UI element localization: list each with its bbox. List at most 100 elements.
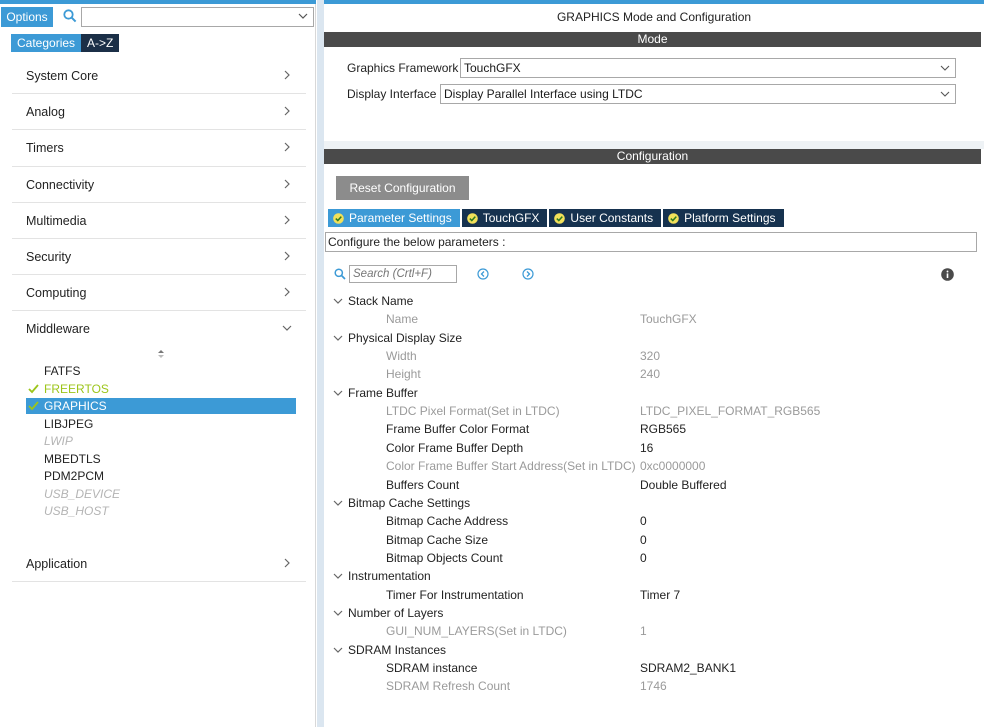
next-arrow-icon[interactable] bbox=[522, 268, 534, 280]
param-name: Name bbox=[386, 312, 419, 327]
middleware-item-libjpeg[interactable]: LIBJPEG bbox=[26, 416, 296, 432]
info-icon[interactable] bbox=[941, 268, 954, 281]
check-circle-icon bbox=[554, 212, 566, 224]
param-value: Timer 7 bbox=[640, 587, 681, 602]
param-name: Color Frame Buffer Depth bbox=[386, 440, 524, 455]
chevron-down-icon bbox=[333, 335, 343, 341]
chevron-down-icon bbox=[940, 91, 950, 97]
param-row[interactable]: Buffers Count Double Buffered bbox=[324, 476, 984, 494]
parameter-search-input[interactable] bbox=[349, 265, 457, 283]
param-group-frame-buffer[interactable]: Frame Buffer bbox=[324, 384, 984, 402]
middleware-item-fatfs[interactable]: FATFS bbox=[26, 363, 296, 379]
middleware-item-usb-host[interactable]: USB_HOST bbox=[26, 503, 296, 519]
param-value: 240 bbox=[640, 367, 661, 382]
chevron-down-icon[interactable] bbox=[297, 10, 309, 22]
category-label: Computing bbox=[26, 286, 87, 301]
middleware-item-label: USB_HOST bbox=[44, 504, 109, 518]
chevron-down-icon bbox=[282, 325, 292, 332]
category-connectivity[interactable]: Connectivity bbox=[0, 167, 316, 203]
param-value: 0xc0000000 bbox=[640, 459, 706, 474]
check-circle-icon bbox=[668, 212, 679, 224]
param-row[interactable]: Timer For Instrumentation Timer 7 bbox=[324, 586, 984, 604]
display-interface-select[interactable]: Display Parallel Interface using LTDC bbox=[440, 84, 956, 104]
category-search-input[interactable] bbox=[81, 7, 314, 27]
param-row: Name TouchGFX bbox=[324, 310, 984, 328]
category-label: Middleware bbox=[26, 322, 90, 337]
graphics-framework-label: Graphics Framework bbox=[347, 61, 459, 75]
param-name: Frame Buffer Color Format bbox=[386, 422, 530, 437]
chevron-down-icon bbox=[940, 65, 950, 71]
category-middleware[interactable]: Middleware bbox=[0, 311, 316, 347]
middleware-item-pdm2pcm[interactable]: PDM2PCM bbox=[26, 468, 296, 484]
options-search-row: Options bbox=[0, 6, 316, 28]
param-value: 0 bbox=[640, 550, 647, 565]
tab-platform-settings[interactable]: Platform Settings bbox=[663, 209, 784, 227]
chevron-down-icon bbox=[333, 647, 343, 653]
right-panel: GRAPHICS Mode and Configuration Mode Gra… bbox=[324, 0, 984, 727]
param-row[interactable]: Frame Buffer Color Format RGB565 bbox=[324, 420, 984, 438]
chevron-down-icon bbox=[333, 390, 343, 396]
category-label: Multimedia bbox=[26, 213, 87, 228]
category-analog[interactable]: Analog bbox=[0, 94, 316, 131]
middleware-item-freertos[interactable]: FREERTOS bbox=[26, 381, 296, 397]
search-icon[interactable] bbox=[63, 9, 77, 23]
category-label: System Core bbox=[26, 69, 99, 83]
param-row[interactable]: Bitmap Cache Address 0 bbox=[324, 512, 984, 530]
check-icon bbox=[28, 401, 39, 411]
param-name: Buffers Count bbox=[386, 477, 460, 492]
param-value: RGB565 bbox=[640, 422, 687, 437]
category-timers[interactable]: Timers bbox=[0, 130, 316, 167]
options-button[interactable]: Options bbox=[1, 7, 53, 27]
page-title: GRAPHICS Mode and Configuration bbox=[556, 10, 752, 24]
param-group-bitmap-cache-settings[interactable]: Bitmap Cache Settings bbox=[324, 494, 984, 512]
param-name: Color Frame Buffer Start Address(Set in … bbox=[386, 459, 636, 474]
tab-user-constants[interactable]: User Constants bbox=[549, 209, 662, 227]
tab-touchgfx[interactable]: TouchGFX bbox=[461, 209, 548, 227]
param-value: Double Buffered bbox=[640, 477, 727, 492]
param-name: Timer For Instrumentation bbox=[386, 587, 524, 602]
chevron-down-icon bbox=[333, 610, 343, 616]
panel-splitter[interactable] bbox=[317, 0, 324, 727]
param-group-instrumentation[interactable]: Instrumentation bbox=[324, 567, 984, 585]
select-value: Display Parallel Interface using LTDC bbox=[444, 87, 643, 101]
reset-configuration-button[interactable]: Reset Configuration bbox=[336, 176, 469, 200]
param-name: Bitmap Objects Count bbox=[386, 550, 503, 565]
category-application[interactable]: Application bbox=[0, 546, 316, 582]
middleware-item-lwip[interactable]: LWIP bbox=[26, 433, 296, 449]
middleware-sublist: FATFS FREERTOS GRAPHICS LIBJPEG LWIP MBEDTLS P… bbox=[0, 345, 316, 525]
middleware-item-usb-device[interactable]: USB_DEVICE bbox=[26, 486, 296, 502]
param-row: Color Frame Buffer Start Address(Set in … bbox=[324, 457, 984, 475]
graphics-framework-select[interactable]: TouchGFX bbox=[460, 58, 956, 78]
category-label: Analog bbox=[26, 105, 65, 120]
param-group-sdram-instances[interactable]: SDRAM Instances bbox=[324, 641, 984, 659]
param-row[interactable]: SDRAM instance SDRAM2_BANK1 bbox=[324, 659, 984, 677]
middleware-item-graphics[interactable]: GRAPHICS bbox=[26, 398, 296, 414]
category-security[interactable]: Security bbox=[0, 239, 316, 276]
category-system-core[interactable]: System Core bbox=[0, 58, 316, 95]
param-row[interactable]: Bitmap Cache Size 0 bbox=[324, 531, 984, 549]
param-row[interactable]: Bitmap Objects Count 0 bbox=[324, 549, 984, 567]
tab-parameter-settings[interactable]: Parameter Settings bbox=[328, 209, 460, 227]
middleware-item-label: FREERTOS bbox=[44, 381, 109, 396]
param-group-number-of-layers[interactable]: Number of Layers bbox=[324, 604, 984, 622]
scroll-arrows-icon[interactable] bbox=[156, 349, 166, 359]
category-computing[interactable]: Computing bbox=[0, 275, 316, 312]
top-accent-bar bbox=[0, 0, 316, 4]
param-value: TouchGFX bbox=[640, 312, 697, 327]
tab-categories[interactable]: Categories bbox=[11, 34, 82, 52]
search-icon[interactable] bbox=[334, 268, 346, 280]
param-value: 320 bbox=[640, 349, 661, 364]
param-row[interactable]: Color Frame Buffer Depth 16 bbox=[324, 439, 984, 457]
chevron-right-icon bbox=[284, 558, 290, 568]
category-multimedia[interactable]: Multimedia bbox=[0, 203, 316, 239]
config-hint: Configure the below parameters : bbox=[325, 232, 977, 252]
chevron-down-icon bbox=[333, 500, 343, 506]
param-group-physical-display-size[interactable]: Physical Display Size bbox=[324, 329, 984, 347]
param-group-stack-name[interactable]: Stack Name bbox=[324, 292, 984, 310]
middleware-item-mbedtls[interactable]: MBEDTLS bbox=[26, 451, 296, 467]
prev-arrow-icon[interactable] bbox=[477, 268, 489, 280]
chevron-right-icon bbox=[284, 70, 290, 80]
param-name: Bitmap Cache Size bbox=[386, 532, 489, 547]
param-row: LTDC Pixel Format(Set in LTDC) LTDC_PIXEL… bbox=[324, 402, 984, 420]
tab-a-z[interactable]: A->Z bbox=[81, 34, 120, 52]
